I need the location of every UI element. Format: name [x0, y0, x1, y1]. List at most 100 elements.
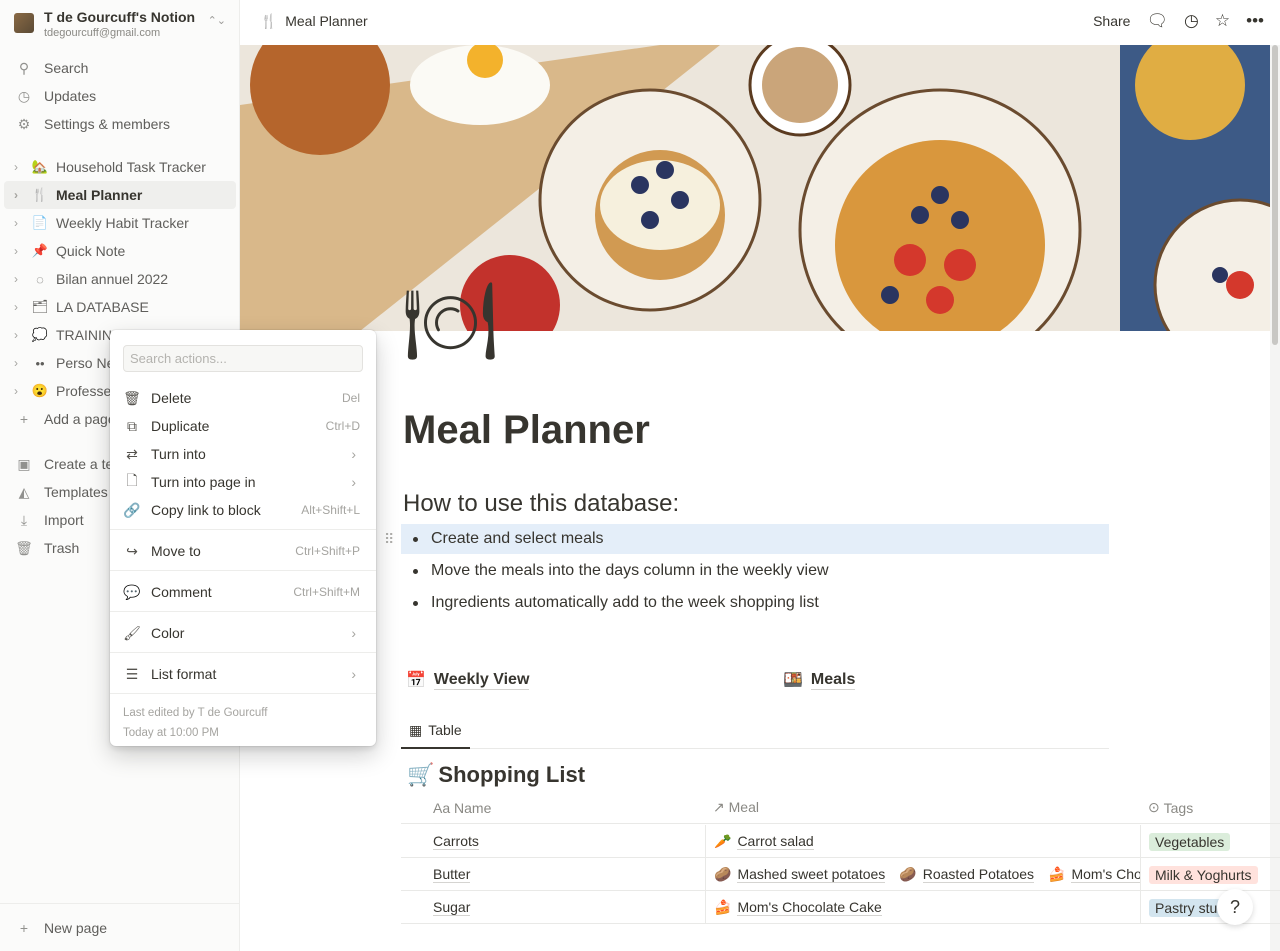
help-button[interactable]: ? [1217, 889, 1253, 925]
drag-handle-icon[interactable]: ⠿ [384, 531, 394, 548]
search-actions-input[interactable]: Search actions... [123, 345, 363, 372]
trash-icon: 🗑 [123, 389, 141, 406]
comment-icon[interactable]: 🗨 [1146, 11, 1168, 31]
label: Weekly View [433, 670, 530, 690]
column-tags[interactable]: ⊙ Tags [1140, 791, 1280, 824]
sidebar-page[interactable]: › ◌ Bilan annuel 2022 [4, 265, 236, 293]
menu-item-copy-link-to-block[interactable]: 🔗 Copy link to block Alt+Shift+L [114, 496, 372, 524]
heading[interactable]: How to use this database: [403, 490, 679, 518]
sidebar-page[interactable]: › 🍴 Meal Planner [4, 181, 236, 209]
column-name[interactable]: Aa Name [401, 791, 705, 824]
tab-table[interactable]: ▦ Table [401, 716, 470, 749]
column-meal[interactable]: ↗ Meal [705, 791, 1140, 824]
meal-relation[interactable]: 🥔 Mashed sweet potatoes [714, 866, 886, 883]
page-icon[interactable]: 🍽 [402, 284, 498, 360]
page-emoji-icon: •• [35, 355, 45, 371]
paint-roller-icon: 🖌 [123, 624, 141, 641]
chevron-right-icon[interactable]: › [14, 244, 26, 258]
label: Updates [44, 88, 97, 104]
menu-item-color[interactable]: 🖌 Color › [114, 619, 372, 647]
menu-item-duplicate[interactable]: ⧉ Duplicate Ctrl+D [114, 412, 372, 440]
page-label: Professe [56, 383, 112, 399]
page-emoji-icon: 🍴 [31, 187, 49, 202]
menu-item-label: Turn into [151, 446, 206, 462]
table-row[interactable]: Carrots 🥕 Carrot salad Vegetables [401, 825, 1280, 858]
chevron-right-icon[interactable]: › [14, 356, 26, 370]
more-icon[interactable]: ••• [1246, 11, 1264, 31]
label: Templates [44, 484, 108, 500]
sidebar-page[interactable]: › 📄 Weekly Habit Tracker [4, 209, 236, 237]
cell-tags[interactable]: Milk & Yoghurts [1140, 858, 1280, 891]
cell-name[interactable]: Carrots [401, 825, 705, 858]
page-label: Weekly Habit Tracker [56, 215, 189, 231]
page-emoji-icon: 📄 [31, 215, 49, 230]
shortcut: Ctrl+D [325, 419, 360, 433]
shortcut: Ctrl+Shift+M [293, 585, 360, 599]
sidebar-updates[interactable]: ◷ Updates [4, 82, 236, 110]
scrollbar-thumb[interactable] [1272, 45, 1278, 345]
topbar: 🍴 Meal Planner Share 🗨 ◷ ☆ ••• [240, 0, 1280, 45]
chevron-right-icon[interactable]: › [14, 384, 26, 398]
database-title[interactable]: 🛒 Shopping List [407, 762, 585, 788]
menu-item-turn-into-page-in[interactable]: 🗋 Turn into page in › [114, 468, 372, 496]
cell-name[interactable]: Sugar [401, 891, 705, 924]
select-icon: ⊙ [1148, 799, 1164, 815]
link-weekly-view[interactable]: 📅 Weekly View [406, 670, 530, 690]
turn-into-icon: ⇄ [126, 445, 138, 462]
new-page-button[interactable]: + New page [4, 914, 236, 942]
cell-tags[interactable]: Pastry stuff [1140, 891, 1280, 924]
sidebar-page[interactable]: › 📌 Quick Note [4, 237, 236, 265]
trash-icon: 🗑 [15, 539, 33, 556]
page-emoji-icon: 🗂 [31, 299, 49, 314]
chevron-updown-icon[interactable]: ⌃⌄ [208, 14, 226, 27]
sidebar-page[interactable]: › 🏡 Household Task Tracker [4, 153, 236, 181]
meal-relation[interactable]: 🍰 Mom's Chocolate Cake [714, 899, 882, 916]
plus-icon: + [19, 411, 29, 427]
bullet-item[interactable]: Move the meals into the days column in t… [401, 556, 1109, 586]
sidebar-page[interactable]: › 🗂 LA DATABASE [4, 293, 236, 321]
cell-name[interactable]: Butter [401, 858, 705, 891]
cell-meal[interactable]: 🥔 Mashed sweet potatoes 🥔 Roasted Potatoes 🍰… [705, 858, 1140, 891]
cell-tags[interactable]: Vegetables [1140, 825, 1280, 858]
meal-relation[interactable]: 🥕 Carrot salad [714, 833, 814, 850]
chevron-right-icon[interactable]: › [14, 300, 26, 314]
menu-item-label: Color [151, 625, 185, 641]
star-icon[interactable]: ☆ [1215, 11, 1230, 31]
menu-item-label: Comment [151, 584, 212, 600]
meal-relation[interactable]: 🍰 Mom's Chocolate Cake [1048, 866, 1140, 883]
chevron-right-icon[interactable]: › [14, 160, 26, 174]
gear-icon: ⚙ [17, 115, 31, 132]
workspace-switcher[interactable]: T de Gourcuff's Notion tdegourcuff@gmail… [14, 8, 234, 44]
breadcrumb[interactable]: 🍴 Meal Planner [260, 13, 368, 30]
history-icon[interactable]: ◷ [1184, 11, 1199, 31]
cover-image[interactable] [240, 45, 1270, 331]
menu-item-turn-into[interactable]: ⇄ Turn into › [114, 440, 372, 468]
chevron-right-icon: › [351, 625, 356, 641]
chevron-right-icon[interactable]: › [14, 216, 26, 230]
meal-label: Mom's Chocolate Cake [737, 899, 882, 916]
page-label: Bilan annuel 2022 [56, 271, 169, 287]
menu-item-comment[interactable]: 💬 Comment Ctrl+Shift+M [114, 578, 372, 606]
share-button[interactable]: Share [1093, 13, 1130, 29]
view-tabs: ▦ Table [401, 716, 1109, 749]
menu-item-move-to[interactable]: ↪ Move to Ctrl+Shift+P [114, 537, 372, 565]
name-text: Carrots [433, 833, 479, 850]
chevron-right-icon[interactable]: › [14, 328, 26, 342]
cell-meal[interactable]: 🍰 Mom's Chocolate Cake [705, 891, 1140, 924]
sidebar-settings[interactable]: ⚙ Settings & members [4, 110, 236, 138]
menu-item-list-format[interactable]: ☰ List format › [114, 660, 372, 688]
link-meals[interactable]: 🍱 Meals [783, 670, 856, 690]
cell-meal[interactable]: 🥕 Carrot salad [705, 825, 1140, 858]
menu-item-delete[interactable]: 🗑 Delete Del [114, 384, 372, 412]
sidebar-search[interactable]: ⚲ Search [4, 54, 236, 82]
meal-relation[interactable]: 🥔 Roasted Potatoes [899, 866, 1035, 883]
chevron-right-icon[interactable]: › [14, 272, 26, 286]
meal-label: Mom's Chocolate Cake [1071, 866, 1140, 883]
bullet-item[interactable]: Ingredients automatically add to the wee… [401, 588, 1109, 618]
breadcrumb-label: Meal Planner [285, 13, 368, 29]
table-row[interactable]: Butter 🥔 Mashed sweet potatoes 🥔 Roasted Pot… [401, 858, 1280, 891]
page-title[interactable]: Meal Planner [403, 408, 650, 453]
table-row[interactable]: Sugar 🍰 Mom's Chocolate Cake Pastry stuff [401, 891, 1280, 924]
bullet-item[interactable]: Create and select meals [401, 524, 1109, 554]
chevron-right-icon[interactable]: › [14, 188, 26, 202]
